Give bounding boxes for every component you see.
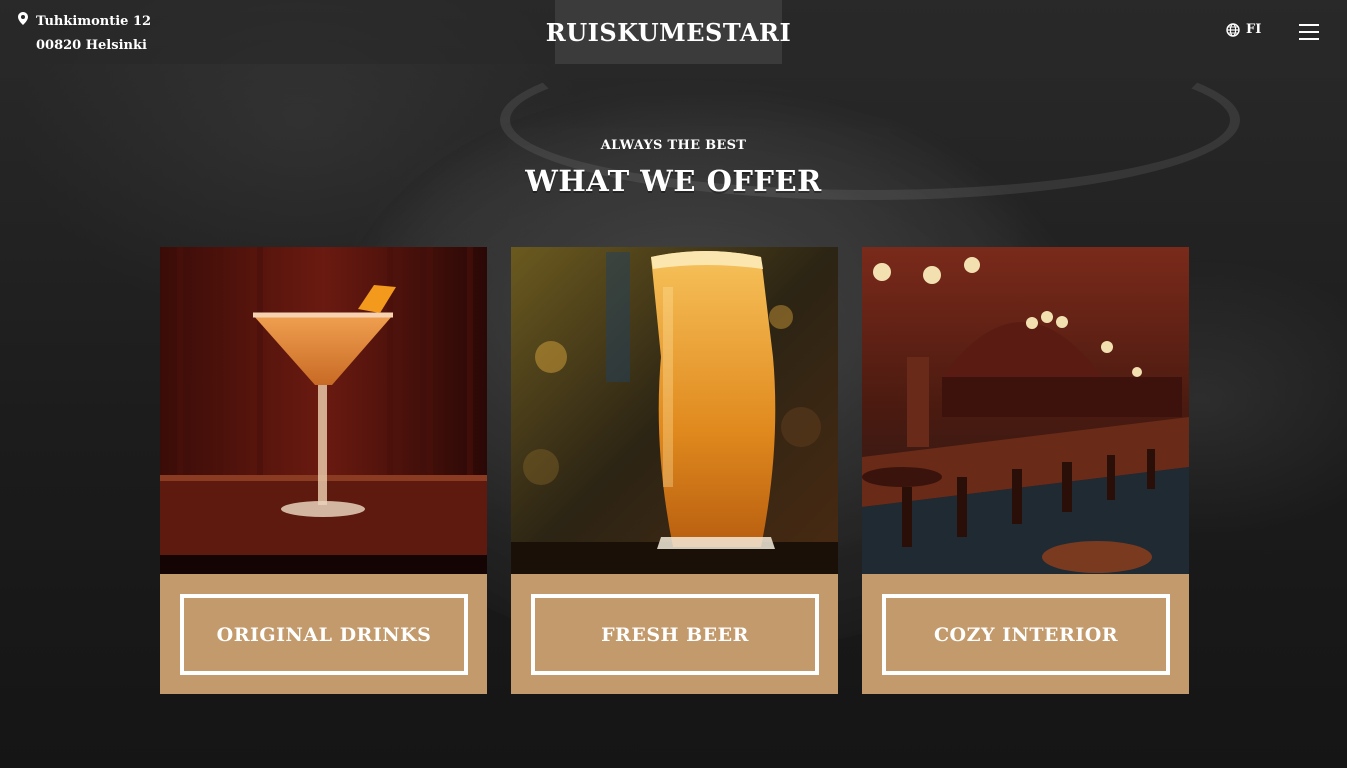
offer-card-button[interactable]: COZY INTERIOR: [882, 594, 1170, 675]
cocktail-glass-photo: [160, 247, 487, 574]
location-pin-icon: [18, 10, 36, 34]
logo-text: RUISKUMESTARI: [545, 17, 792, 47]
address: Tuhkimontie 12 00820 Helsinki: [18, 10, 151, 58]
section-title: WHAT WE OFFER: [525, 164, 822, 198]
header-bar: Tuhkimontie 12 00820 Helsinki RUISKUMEST…: [0, 0, 1347, 64]
language-label: FI: [1246, 22, 1262, 37]
offer-card-drinks[interactable]: ORIGINAL DRINKS: [160, 247, 487, 694]
offer-card-beer[interactable]: FRESH BEER: [511, 247, 838, 694]
section-eyebrow: ALWAYS THE BEST: [600, 138, 747, 153]
offer-card-interior[interactable]: COZY INTERIOR: [862, 247, 1189, 694]
address-line-1: Tuhkimontie 12: [36, 14, 152, 29]
offer-card-button[interactable]: ORIGINAL DRINKS: [180, 594, 468, 675]
globe-icon: [1226, 22, 1240, 37]
beer-pint-photo: [511, 247, 838, 574]
offer-card-label: COZY INTERIOR: [933, 623, 1119, 646]
offer-card-label: ORIGINAL DRINKS: [216, 623, 432, 646]
address-line-2: 00820 Helsinki: [36, 38, 147, 53]
logo-link[interactable]: RUISKUMESTARI: [546, 0, 791, 64]
language-selector[interactable]: FI: [1226, 22, 1261, 37]
offer-card-button[interactable]: FRESH BEER: [531, 594, 819, 675]
hamburger-menu-icon[interactable]: [1299, 24, 1319, 40]
bar-interior-photo: [862, 247, 1189, 574]
offer-card-label: FRESH BEER: [601, 623, 749, 646]
